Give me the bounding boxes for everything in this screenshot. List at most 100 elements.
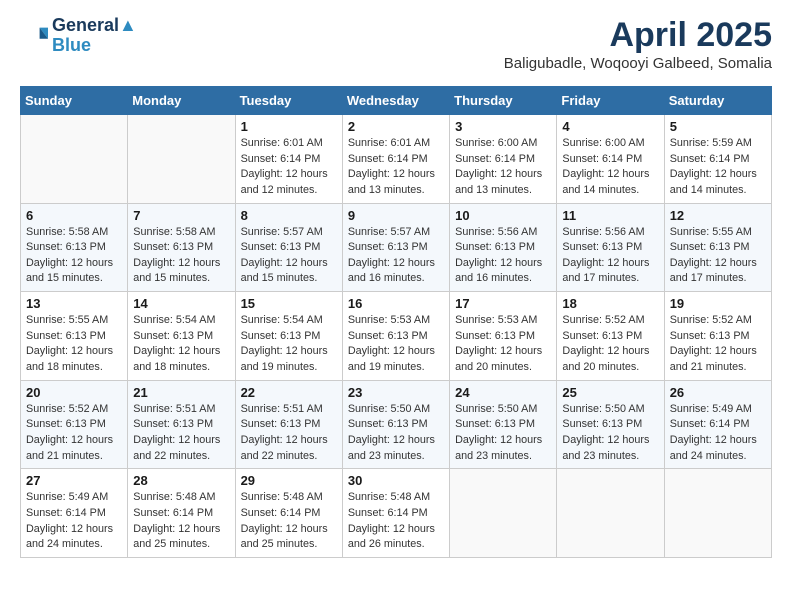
calendar-day-cell: 4Sunrise: 6:00 AM Sunset: 6:14 PM Daylig… [557,115,664,204]
logo: General▲ Blue [20,16,137,56]
calendar-day-cell: 11Sunrise: 5:56 AM Sunset: 6:13 PM Dayli… [557,203,664,292]
weekday-header-cell: Monday [128,87,235,115]
day-info: Sunrise: 5:56 AM Sunset: 6:13 PM Dayligh… [455,225,551,288]
calendar-day-cell: 27Sunrise: 5:49 AM Sunset: 6:14 PM Dayli… [21,469,128,558]
day-info: Sunrise: 5:55 AM Sunset: 6:13 PM Dayligh… [26,313,122,376]
calendar-day-cell: 13 Sunrise: 5:55 AM Sunset: 6:13 PM Dayli… [21,292,128,381]
day-info: Sunrise: 5:51 AM Sunset: 6:13 PM Dayligh… [241,402,337,465]
weekday-header-cell: Sunday [21,87,128,115]
calendar-day-cell: 19Sunrise: 5:52 AM Sunset: 6:13 PM Dayli… [664,292,771,381]
calendar-day-cell [128,115,235,204]
day-info: Sunrise: 6:00 AM Sunset: 6:14 PM Dayligh… [455,136,551,199]
calendar-day-cell: 23 Sunrise: 5:50 AM Sunset: 6:13 PM Dayli… [342,380,449,469]
day-number: 30 [348,473,444,488]
day-number: 27 [26,473,122,488]
calendar-day-cell: 18 Sunrise: 5:52 AM Sunset: 6:13 PM Dayli… [557,292,664,381]
calendar-day-cell: 22 Sunrise: 5:51 AM Sunset: 6:13 PM Dayli… [235,380,342,469]
calendar-week-row: 27Sunrise: 5:49 AM Sunset: 6:14 PM Dayli… [21,469,772,558]
day-number: 5 [670,119,766,134]
day-number: 15 [241,296,337,311]
weekday-header-cell: Thursday [450,87,557,115]
calendar-day-cell: 1 Sunrise: 6:01 AM Sunset: 6:14 PM Daylig… [235,115,342,204]
calendar-day-cell: 5 Sunrise: 5:59 AM Sunset: 6:14 PM Daylig… [664,115,771,204]
calendar-day-cell: 10 Sunrise: 5:56 AM Sunset: 6:13 PM Dayli… [450,203,557,292]
calendar-day-cell: 3 Sunrise: 6:00 AM Sunset: 6:14 PM Daylig… [450,115,557,204]
day-number: 23 [348,385,444,400]
calendar-week-row: 6Sunrise: 5:58 AM Sunset: 6:13 PM Daylig… [21,203,772,292]
calendar-day-cell: 8Sunrise: 5:57 AM Sunset: 6:13 PM Daylig… [235,203,342,292]
day-number: 21 [133,385,229,400]
day-info: Sunrise: 5:53 AM Sunset: 6:13 PM Dayligh… [455,313,551,376]
day-number: 28 [133,473,229,488]
day-number: 26 [670,385,766,400]
calendar-day-cell: 21Sunrise: 5:51 AM Sunset: 6:13 PM Dayli… [128,380,235,469]
day-number: 13 [26,296,122,311]
day-info: Sunrise: 5:48 AM Sunset: 6:14 PM Dayligh… [348,490,444,553]
calendar-day-cell: 9 Sunrise: 5:57 AM Sunset: 6:13 PM Daylig… [342,203,449,292]
calendar-day-cell: 24 Sunrise: 5:50 AM Sunset: 6:13 PM Dayli… [450,380,557,469]
day-number: 10 [455,208,551,223]
day-info: Sunrise: 6:01 AM Sunset: 6:14 PM Dayligh… [241,136,337,199]
day-number: 2 [348,119,444,134]
calendar-week-row: 20 Sunrise: 5:52 AM Sunset: 6:13 PM Dayli… [21,380,772,469]
day-number: 18 [562,296,658,311]
calendar-day-cell: 26 Sunrise: 5:49 AM Sunset: 6:14 PM Dayli… [664,380,771,469]
calendar-day-cell: 30 Sunrise: 5:48 AM Sunset: 6:14 PM Dayli… [342,469,449,558]
day-info: Sunrise: 5:58 AM Sunset: 6:13 PM Dayligh… [26,225,122,288]
calendar-day-cell: 16 Sunrise: 5:53 AM Sunset: 6:13 PM Dayli… [342,292,449,381]
day-info: Sunrise: 5:57 AM Sunset: 6:13 PM Dayligh… [348,225,444,288]
day-number: 22 [241,385,337,400]
weekday-header-row: SundayMondayTuesdayWednesdayThursdayFrid… [21,87,772,115]
logo-icon [20,22,48,50]
calendar-table: SundayMondayTuesdayWednesdayThursdayFrid… [20,86,772,558]
calendar-day-cell: 20 Sunrise: 5:52 AM Sunset: 6:13 PM Dayli… [21,380,128,469]
day-info: Sunrise: 5:53 AM Sunset: 6:13 PM Dayligh… [348,313,444,376]
calendar-day-cell [557,469,664,558]
day-number: 11 [562,208,658,223]
day-info: Sunrise: 5:58 AM Sunset: 6:13 PM Dayligh… [133,225,229,288]
weekday-header-cell: Tuesday [235,87,342,115]
weekday-header-cell: Friday [557,87,664,115]
day-info: Sunrise: 5:52 AM Sunset: 6:13 PM Dayligh… [670,313,766,376]
calendar-day-cell: 14 Sunrise: 5:54 AM Sunset: 6:13 PM Dayli… [128,292,235,381]
month-title: April 2025 [504,16,772,55]
day-number: 4 [562,119,658,134]
calendar-day-cell [664,469,771,558]
calendar-day-cell: 17 Sunrise: 5:53 AM Sunset: 6:13 PM Dayli… [450,292,557,381]
day-info: Sunrise: 5:52 AM Sunset: 6:13 PM Dayligh… [26,402,122,465]
title-block: April 2025 Baligubadle, Woqooyi Galbeed,… [504,16,772,72]
weekday-header-cell: Saturday [664,87,771,115]
weekday-header-cell: Wednesday [342,87,449,115]
day-number: 29 [241,473,337,488]
day-number: 14 [133,296,229,311]
day-number: 3 [455,119,551,134]
calendar-week-row: 1 Sunrise: 6:01 AM Sunset: 6:14 PM Daylig… [21,115,772,204]
day-number: 12 [670,208,766,223]
day-info: Sunrise: 5:54 AM Sunset: 6:13 PM Dayligh… [241,313,337,376]
day-info: Sunrise: 5:49 AM Sunset: 6:14 PM Dayligh… [670,402,766,465]
page-header: General▲ Blue April 2025 Baligubadle, Wo… [20,16,772,72]
day-info: Sunrise: 5:59 AM Sunset: 6:14 PM Dayligh… [670,136,766,199]
day-info: Sunrise: 6:01 AM Sunset: 6:14 PM Dayligh… [348,136,444,199]
calendar-day-cell: 2 Sunrise: 6:01 AM Sunset: 6:14 PM Daylig… [342,115,449,204]
day-info: Sunrise: 5:54 AM Sunset: 6:13 PM Dayligh… [133,313,229,376]
day-info: Sunrise: 5:50 AM Sunset: 6:13 PM Dayligh… [455,402,551,465]
day-number: 17 [455,296,551,311]
day-info: Sunrise: 5:55 AM Sunset: 6:13 PM Dayligh… [670,225,766,288]
calendar-day-cell: 12 Sunrise: 5:55 AM Sunset: 6:13 PM Dayli… [664,203,771,292]
calendar-day-cell: 25 Sunrise: 5:50 AM Sunset: 6:13 PM Dayli… [557,380,664,469]
day-number: 25 [562,385,658,400]
day-number: 1 [241,119,337,134]
calendar-day-cell: 6Sunrise: 5:58 AM Sunset: 6:13 PM Daylig… [21,203,128,292]
day-number: 7 [133,208,229,223]
day-number: 20 [26,385,122,400]
location-subtitle: Baligubadle, Woqooyi Galbeed, Somalia [504,55,772,72]
day-info: Sunrise: 5:50 AM Sunset: 6:13 PM Dayligh… [562,402,658,465]
calendar-week-row: 13 Sunrise: 5:55 AM Sunset: 6:13 PM Dayli… [21,292,772,381]
calendar-body: 1 Sunrise: 6:01 AM Sunset: 6:14 PM Daylig… [21,115,772,558]
day-number: 16 [348,296,444,311]
day-info: Sunrise: 5:50 AM Sunset: 6:13 PM Dayligh… [348,402,444,465]
day-number: 24 [455,385,551,400]
day-info: Sunrise: 5:52 AM Sunset: 6:13 PM Dayligh… [562,313,658,376]
day-number: 9 [348,208,444,223]
